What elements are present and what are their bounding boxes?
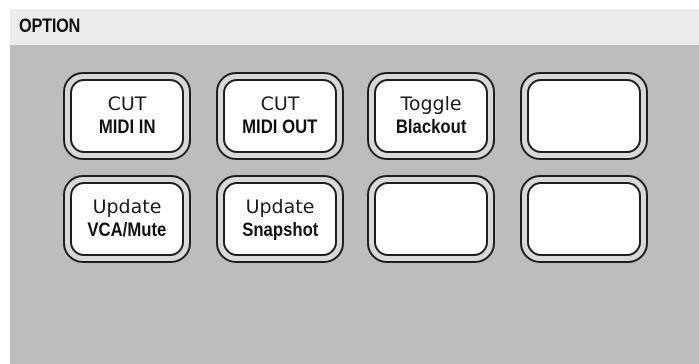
- toggle-blackout-button[interactable]: Toggle Blackout: [367, 72, 495, 160]
- empty-button-3[interactable]: [520, 175, 648, 263]
- button-face: CUT MIDI OUT: [223, 79, 337, 153]
- button-label-line1: Update: [245, 196, 315, 218]
- cut-midi-out-button[interactable]: CUT MIDI OUT: [216, 72, 344, 160]
- button-face: Update VCA/Mute: [70, 182, 184, 256]
- button-face: CUT MIDI IN: [70, 79, 184, 153]
- button-face: [527, 182, 641, 256]
- button-face: Toggle Blackout: [374, 79, 488, 153]
- update-snapshot-button[interactable]: Update Snapshot: [216, 175, 344, 263]
- option-panel: CUT MIDI IN CUT MIDI OUT Toggle Blackout: [10, 45, 699, 364]
- button-label-line1: CUT: [260, 93, 300, 115]
- button-face: [527, 79, 641, 153]
- empty-button-2[interactable]: [367, 175, 495, 263]
- option-window: OPTION CUT MIDI IN CUT MIDI OUT Toggle B…: [0, 0, 699, 364]
- update-vca-mute-button[interactable]: Update VCA/Mute: [63, 175, 191, 263]
- button-label-line1: Update: [92, 196, 162, 218]
- button-label-line2: MIDI IN: [98, 117, 156, 138]
- empty-button-1[interactable]: [520, 72, 648, 160]
- button-label-line2: Snapshot: [241, 220, 319, 241]
- panel-header: OPTION: [10, 9, 699, 45]
- button-face: [374, 182, 488, 256]
- button-label-line1: Toggle: [400, 93, 462, 115]
- button-label-line2: VCA/Mute: [87, 220, 167, 241]
- button-face: Update Snapshot: [223, 182, 337, 256]
- button-label-line2: Blackout: [395, 117, 467, 138]
- cut-midi-in-button[interactable]: CUT MIDI IN: [63, 72, 191, 160]
- panel-title: OPTION: [19, 16, 81, 37]
- button-label-line1: CUT: [107, 93, 147, 115]
- button-label-line2: MIDI OUT: [242, 117, 318, 138]
